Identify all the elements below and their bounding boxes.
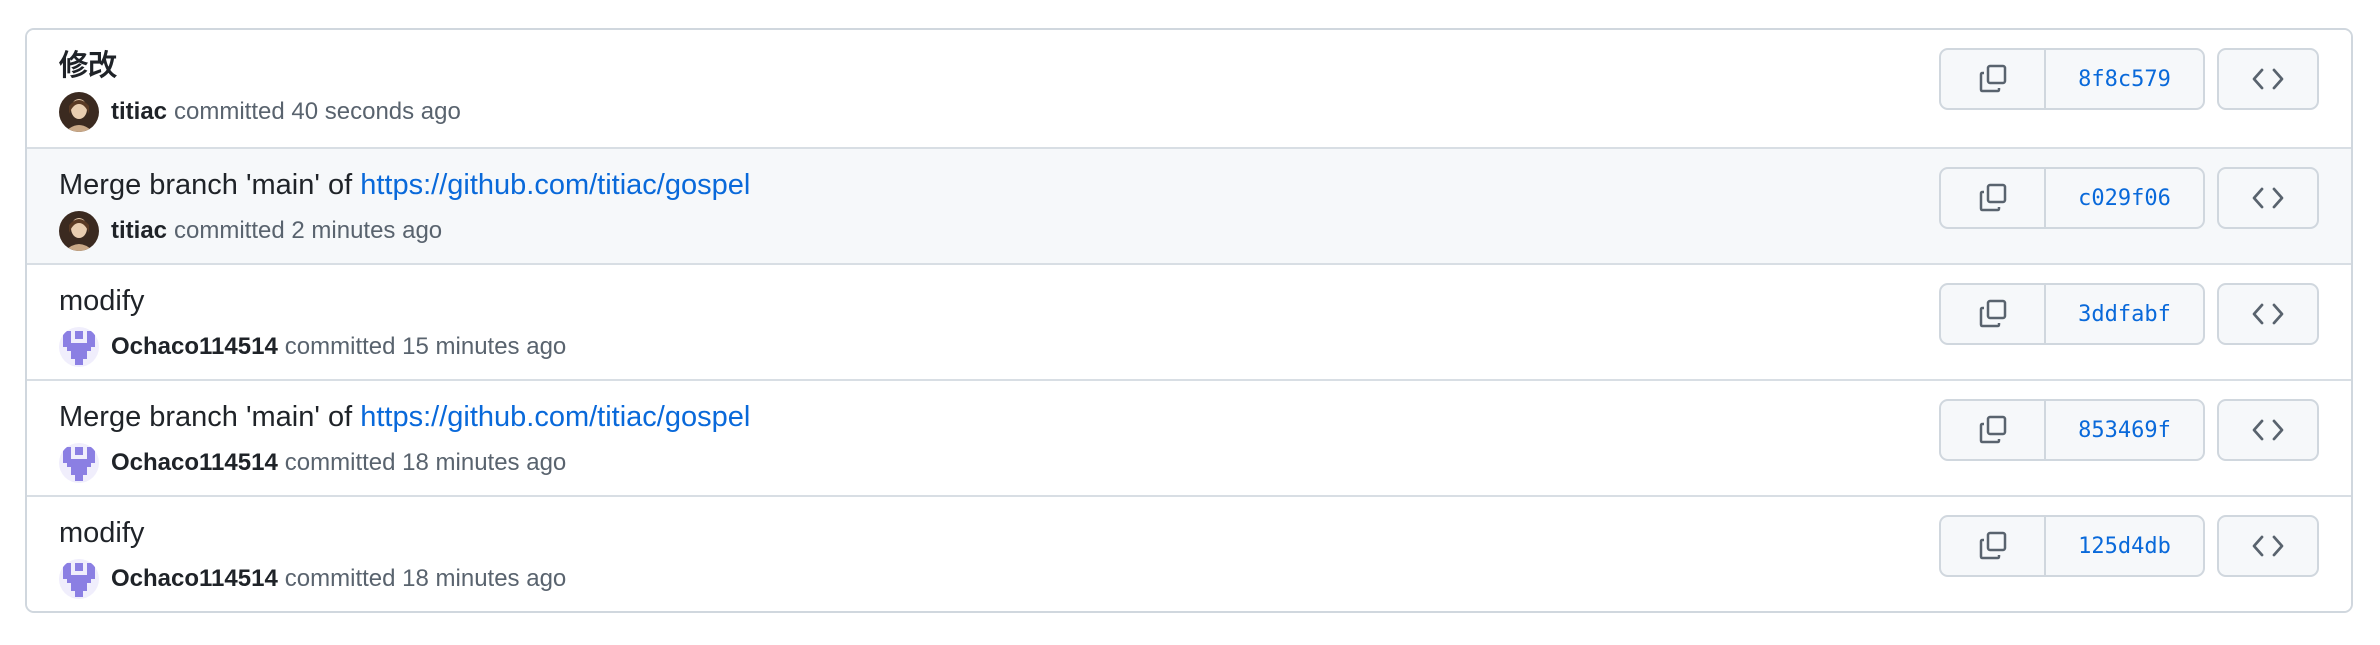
commit-sha-link[interactable]: 8f8c579: [2046, 50, 2203, 108]
author-name[interactable]: Ochaco114514: [111, 449, 278, 477]
copy-sha-button[interactable]: [1941, 517, 2046, 575]
avatar[interactable]: [59, 92, 99, 132]
author-name[interactable]: titiac: [111, 217, 167, 245]
identicon-avatar-icon: [59, 443, 99, 483]
browse-repo-button[interactable]: [2217, 48, 2319, 110]
commit-meta: Ochaco114514 committed 18 minutes ago: [59, 559, 566, 599]
commit-title[interactable]: Merge branch 'main' of https://github.co…: [59, 167, 750, 203]
commit-meta: Ochaco114514 committed 18 minutes ago: [59, 443, 566, 483]
code-icon: [2252, 535, 2284, 557]
commit-row: modify Ochaco114514 committed 15 minutes…: [27, 263, 2351, 379]
sha-button-group: 853469f: [1939, 399, 2205, 461]
commit-time[interactable]: committed 40 seconds ago: [174, 98, 461, 126]
author-name[interactable]: titiac: [111, 98, 167, 126]
sha-button-group: c029f06: [1939, 167, 2205, 229]
commit-message-link[interactable]: https://github.com/titiac/gospel: [360, 169, 750, 201]
sha-button-group: 125d4db: [1939, 515, 2205, 577]
code-icon: [2252, 303, 2284, 325]
commit-meta: titiac committed 40 seconds ago: [59, 92, 461, 132]
copy-sha-button[interactable]: [1941, 401, 2046, 459]
commit-title[interactable]: modify: [59, 515, 144, 551]
commit-message[interactable]: 修改: [59, 50, 117, 82]
code-icon: [2252, 68, 2284, 90]
commit-message[interactable]: modify: [59, 517, 144, 549]
identicon-avatar-icon: [59, 559, 99, 599]
copy-icon: [1979, 415, 2006, 444]
commit-meta: Ochaco114514 committed 15 minutes ago: [59, 327, 566, 367]
commit-message-link[interactable]: https://github.com/titiac/gospel: [360, 401, 750, 433]
author-name[interactable]: Ochaco114514: [111, 333, 278, 361]
commit-time[interactable]: committed 15 minutes ago: [285, 333, 566, 361]
commit-title[interactable]: modify: [59, 283, 144, 319]
browse-repo-button[interactable]: [2217, 515, 2319, 577]
commit-sha-link[interactable]: 3ddfabf: [2046, 285, 2203, 343]
commit-time[interactable]: committed 18 minutes ago: [285, 449, 566, 477]
avatar[interactable]: [59, 211, 99, 251]
commit-list: 修改 titiac committed 40 seconds ago 8f8c5…: [25, 28, 2353, 613]
commit-message[interactable]: modify: [59, 285, 144, 317]
commit-sha-link[interactable]: 853469f: [2046, 401, 2203, 459]
code-icon: [2252, 419, 2284, 441]
portrait-avatar-icon: [59, 211, 99, 251]
commit-row: modify Ochaco114514 committed 18 minutes…: [27, 495, 2351, 611]
commit-meta: titiac committed 2 minutes ago: [59, 211, 442, 251]
portrait-avatar-icon: [59, 92, 99, 132]
copy-icon: [1979, 183, 2006, 212]
copy-icon: [1979, 64, 2006, 93]
commit-message[interactable]: Merge branch 'main' of: [59, 401, 360, 433]
commit-title[interactable]: Merge branch 'main' of https://github.co…: [59, 399, 750, 435]
commit-row: Merge branch 'main' of https://github.co…: [27, 147, 2351, 263]
browse-repo-button[interactable]: [2217, 399, 2319, 461]
avatar[interactable]: [59, 327, 99, 367]
sha-button-group: 3ddfabf: [1939, 283, 2205, 345]
commit-message[interactable]: Merge branch 'main' of: [59, 169, 360, 201]
avatar[interactable]: [59, 559, 99, 599]
commit-row: 修改 titiac committed 40 seconds ago 8f8c5…: [27, 30, 2351, 147]
avatar[interactable]: [59, 443, 99, 483]
commit-row: Merge branch 'main' of https://github.co…: [27, 379, 2351, 495]
copy-sha-button[interactable]: [1941, 169, 2046, 227]
author-name[interactable]: Ochaco114514: [111, 565, 278, 593]
commit-time[interactable]: committed 18 minutes ago: [285, 565, 566, 593]
commit-time[interactable]: committed 2 minutes ago: [174, 217, 442, 245]
commit-title[interactable]: 修改: [59, 48, 117, 84]
commit-sha-link[interactable]: c029f06: [2046, 169, 2203, 227]
copy-sha-button[interactable]: [1941, 285, 2046, 343]
identicon-avatar-icon: [59, 327, 99, 367]
copy-icon: [1979, 299, 2006, 328]
browse-repo-button[interactable]: [2217, 167, 2319, 229]
browse-repo-button[interactable]: [2217, 283, 2319, 345]
copy-icon: [1979, 531, 2006, 560]
commit-sha-link[interactable]: 125d4db: [2046, 517, 2203, 575]
copy-sha-button[interactable]: [1941, 50, 2046, 108]
code-icon: [2252, 187, 2284, 209]
sha-button-group: 8f8c579: [1939, 48, 2205, 110]
